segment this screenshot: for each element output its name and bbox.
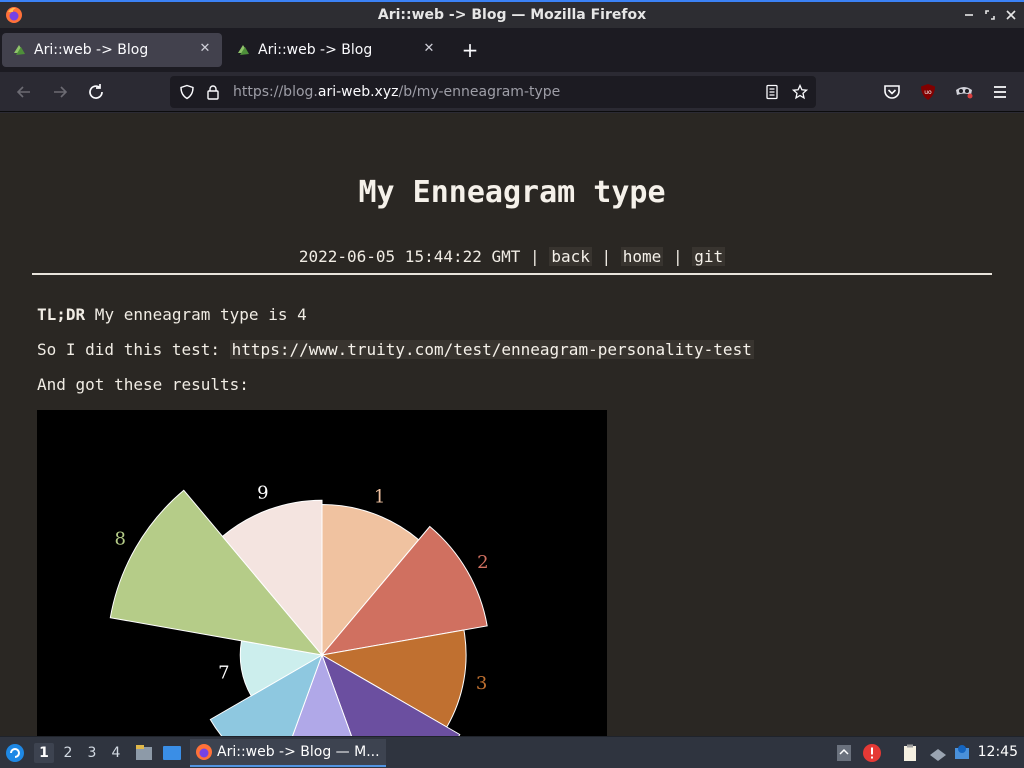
chart-label-2: 2 [477,552,488,573]
post-timestamp: 2022-06-05 15:44:22 GMT [298,247,521,266]
reader-view-icon[interactable] [764,84,780,100]
close-tab-icon[interactable]: ✕ [196,40,214,58]
tab-1[interactable]: Ari::web -> Blog ✕ [2,33,222,67]
site-favicon-icon [238,45,249,55]
test-link[interactable]: https://www.truity.com/test/enneagram-pe… [229,340,754,359]
reload-icon[interactable] [84,80,108,104]
workspace-4[interactable]: 4 [106,743,126,763]
ublock-origin-icon[interactable]: uo [916,80,940,104]
url-text[interactable]: https://blog.ari-web.xyz/b/my-enneagram-… [233,84,560,100]
meta-separator: | [530,247,540,266]
lock-icon[interactable] [205,84,221,100]
back-arrow-icon[interactable] [12,80,36,104]
workspace-3[interactable]: 3 [82,743,102,763]
tracking-protection-shield-icon[interactable] [179,84,195,100]
header-divider [32,273,992,275]
clock: 12:45 [977,744,1018,760]
tab-strip: Ari::web -> Blog ✕ Ari::web -> Blog ✕ [0,28,1024,72]
tray-arrow-icon[interactable] [834,743,854,763]
back-link[interactable]: back [549,247,592,266]
home-link[interactable]: home [620,247,664,266]
chart-label-3: 3 [476,673,487,694]
close-tab-icon[interactable]: ✕ [420,40,438,58]
page-content: My Enneagram type 2022-06-05 15:44:22 GM… [0,113,1024,736]
tldr-label: TL;DR [37,305,86,324]
window-title: Ari::web -> Blog — Mozilla Firefox [377,7,647,23]
network-icon[interactable] [928,743,948,763]
taskbar: 1 2 3 4 Ari::web -> Blog — M... 12:45 [0,736,1024,768]
url-prefix: https://blog. [233,84,318,100]
url-path: /b/my-enneagram-type [398,84,561,100]
bookmark-star-icon[interactable] [792,84,808,100]
tldr-paragraph: TL;DR My enneagram type is 4 [37,305,307,324]
site-favicon-icon [14,45,25,55]
start-menu-icon[interactable] [5,743,25,763]
workspace-1[interactable]: 1 [34,743,54,763]
results-paragraph: And got these results: [37,375,249,394]
page-title: My Enneagram type [358,175,666,210]
file-manager-icon[interactable] [134,743,154,763]
url-host: ari-web.xyz [317,84,399,100]
tldr-text: My enneagram type is 4 [85,305,307,324]
enneagram-results-image: 123456789 [37,410,607,736]
pocket-icon[interactable] [880,80,904,104]
test-intro: So I did this test: [37,340,230,359]
tab-1-label: Ari::web -> Blog [34,42,149,58]
chart-label-7: 7 [218,662,229,683]
hamburger-menu-icon[interactable] [988,80,1012,104]
meta-separator: | [601,247,612,266]
firefox-icon [196,744,212,760]
tab-2[interactable]: Ari::web -> Blog ✕ [226,33,446,67]
updates-icon[interactable] [952,743,972,763]
chart-label-8: 8 [114,529,125,550]
chart-label-1: 1 [374,487,385,508]
test-paragraph: So I did this test: https://www.truity.c… [37,340,754,359]
task-label: Ari::web -> Blog — M... [217,744,380,760]
enneagram-chart: 123456789 [109,483,489,736]
meta-separator: | [672,247,683,266]
nav-toolbar: https://blog.ari-web.xyz/b/my-enneagram-… [0,72,1024,112]
close-window-button[interactable] [1003,7,1019,23]
show-desktop-icon[interactable] [162,743,182,763]
chart-label-9: 9 [257,483,268,504]
new-tab-button[interactable]: + [458,38,482,62]
tab-2-label: Ari::web -> Blog [258,42,373,58]
svg-text:uo: uo [924,89,932,96]
workspace-2[interactable]: 2 [58,743,78,763]
taskbar-firefox-task[interactable]: Ari::web -> Blog — M... [190,739,386,767]
forward-arrow-icon[interactable] [48,80,72,104]
post-meta: 2022-06-05 15:44:22 GMT | back | home | … [0,247,1024,266]
extension-mask-icon[interactable] [952,80,976,104]
maximize-button[interactable] [982,7,998,23]
url-bar[interactable]: https://blog.ari-web.xyz/b/my-enneagram-… [170,76,816,108]
minimize-button[interactable] [961,7,977,23]
git-link[interactable]: git [692,247,726,266]
alert-icon[interactable] [862,743,882,763]
window-titlebar: Ari::web -> Blog — Mozilla Firefox [0,0,1024,28]
clipboard-icon[interactable] [900,743,920,763]
